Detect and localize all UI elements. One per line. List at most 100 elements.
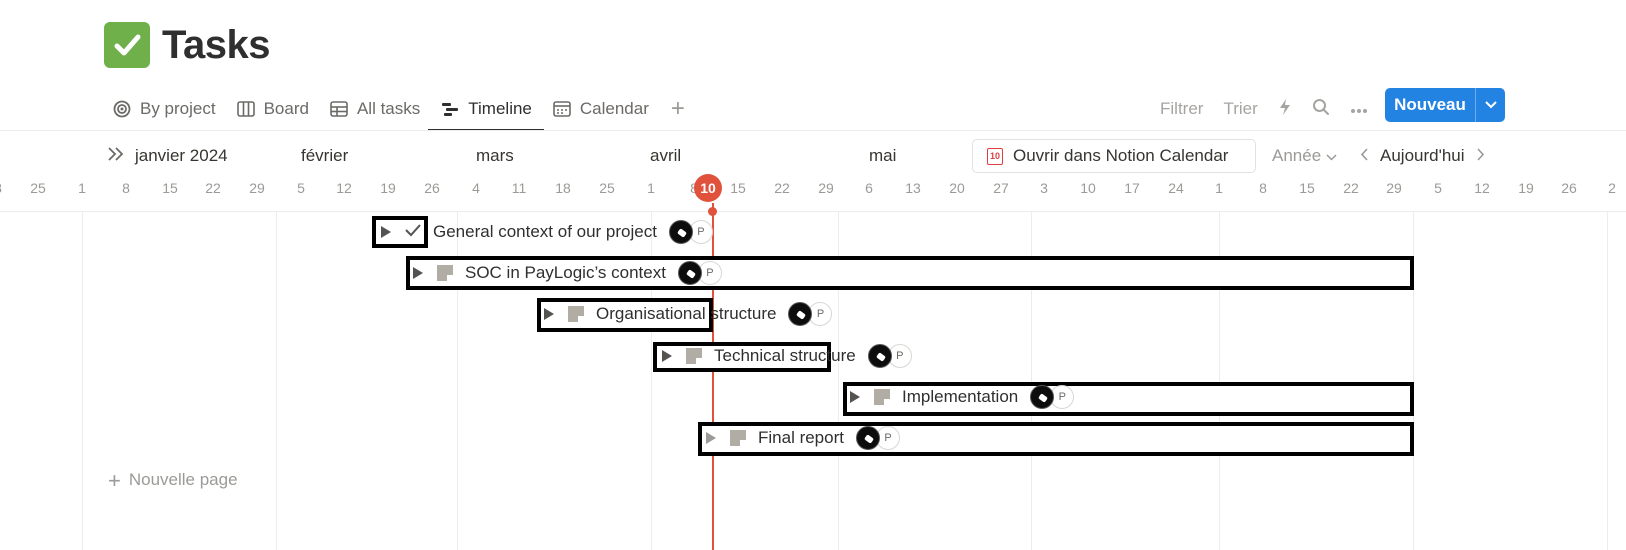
task-row-technical[interactable]: Technical structure P <box>662 342 912 370</box>
day-tick: 29 <box>249 180 265 196</box>
day-tick: 19 <box>1518 180 1534 196</box>
month-label: mars <box>476 146 514 165</box>
assignees[interactable]: P <box>668 220 713 244</box>
task-row-final-report[interactable]: Final report P <box>706 424 900 452</box>
tab-by-project[interactable]: By project <box>108 88 226 130</box>
day-tick: 8 <box>122 180 130 196</box>
day-tick: 19 <box>380 180 396 196</box>
tab-label: Calendar <box>579 99 649 118</box>
collapse-sidebar-icon[interactable] <box>107 146 125 167</box>
task-row-general-context[interactable]: General context of our project P <box>381 218 713 246</box>
day-tick: 1 <box>647 180 655 196</box>
timeline-icon <box>440 99 460 119</box>
calendar-app-icon: 10 <box>987 147 1003 165</box>
assignees[interactable]: P <box>677 261 722 285</box>
new-button[interactable]: Nouveau <box>1385 88 1505 122</box>
chevron-down-icon <box>1326 146 1337 165</box>
day-tick: 15 <box>1299 180 1315 196</box>
day-tick: 10 <box>1080 180 1096 196</box>
automation-lightning-icon[interactable] <box>1278 98 1292 121</box>
date-navigation: Aujourd'hui <box>1360 146 1485 166</box>
task-name: Organisational structure <box>596 304 777 323</box>
today-button[interactable]: Aujourd'hui <box>1380 146 1465 166</box>
month-gridline <box>82 212 83 550</box>
avatar <box>788 302 813 326</box>
today-dot <box>708 207 717 216</box>
page-title-row: Tasks <box>104 20 270 70</box>
day-tick: 1 <box>1215 180 1223 196</box>
task-name: SOC in PayLogic’s context <box>465 263 666 282</box>
page-icon <box>730 430 746 446</box>
avatar <box>867 344 892 368</box>
chevron-down-icon[interactable] <box>1476 101 1505 109</box>
plus-icon: + <box>108 467 121 493</box>
add-view-button[interactable]: + <box>665 88 691 130</box>
page-title[interactable]: Tasks <box>162 23 270 68</box>
today-marker: 10 <box>694 174 722 202</box>
day-tick: 22 <box>1343 180 1359 196</box>
day-tick: 26 <box>424 180 440 196</box>
day-tick: 20 <box>949 180 965 196</box>
filter-button[interactable]: Filtrer <box>1160 99 1203 119</box>
scale-selector[interactable]: Année <box>1272 146 1337 166</box>
check-box-emoji-icon[interactable] <box>104 22 150 68</box>
day-tick: 8 <box>0 180 2 196</box>
table-icon <box>329 99 349 119</box>
assignees[interactable]: P <box>855 426 900 450</box>
day-tick: 3 <box>1040 180 1048 196</box>
new-page-button[interactable]: + Nouvelle page <box>108 467 238 493</box>
day-tick: 25 <box>599 180 615 196</box>
chevron-right-icon[interactable] <box>1476 146 1485 166</box>
expand-toggle-icon[interactable] <box>381 226 391 238</box>
avatar <box>1030 385 1055 409</box>
day-tick: 1 <box>78 180 86 196</box>
day-tick: 5 <box>297 180 305 196</box>
open-notion-calendar-button[interactable]: 10 Ouvrir dans Notion Calendar <box>972 139 1256 173</box>
task-row-soc[interactable]: SOC in PayLogic’s context P <box>413 259 722 287</box>
day-tick: 22 <box>205 180 221 196</box>
page-icon <box>874 389 890 405</box>
month-gridline <box>276 212 277 550</box>
header-divider <box>0 211 1626 212</box>
month-label: avril <box>650 146 682 165</box>
avatar <box>677 261 702 285</box>
day-tick: 8 <box>1259 180 1267 196</box>
tab-board[interactable]: Board <box>232 88 319 130</box>
expand-toggle-icon[interactable] <box>413 267 423 279</box>
tab-all-tasks[interactable]: All tasks <box>325 88 430 130</box>
month-label: février <box>301 146 349 165</box>
assignees[interactable]: P <box>1030 385 1075 409</box>
toolbar-divider <box>0 130 1626 131</box>
expand-toggle-icon[interactable] <box>662 350 672 362</box>
day-tick: 12 <box>336 180 352 196</box>
view-toolbar: Filtrer Trier <box>1160 88 1388 130</box>
sort-button[interactable]: Trier <box>1223 99 1257 119</box>
avatar <box>855 426 880 450</box>
day-tick: 26 <box>1561 180 1577 196</box>
task-row-organisational[interactable]: Organisational structure P <box>544 300 833 328</box>
month-gridline <box>1607 212 1608 550</box>
new-page-label: Nouvelle page <box>128 470 238 489</box>
day-tick: 12 <box>1474 180 1490 196</box>
check-icon <box>405 222 421 242</box>
tab-calendar[interactable]: Calendar <box>548 88 659 130</box>
task-row-implementation[interactable]: Implementation P <box>850 383 1075 411</box>
chevron-left-icon[interactable] <box>1360 146 1368 166</box>
new-button-label: Nouveau <box>1394 95 1466 114</box>
open-calendar-label: Ouvrir dans Notion Calendar <box>1013 146 1229 165</box>
avatar: P <box>808 302 833 326</box>
assignees[interactable]: P <box>788 302 833 326</box>
expand-toggle-icon[interactable] <box>544 308 554 320</box>
search-icon[interactable] <box>1312 98 1330 121</box>
expand-toggle-icon[interactable] <box>706 432 716 444</box>
tab-label: By project <box>140 99 216 118</box>
more-options-icon[interactable] <box>1350 99 1368 119</box>
expand-toggle-icon[interactable] <box>850 391 860 403</box>
tab-timeline[interactable]: Timeline <box>428 88 544 131</box>
day-tick: 22 <box>774 180 790 196</box>
scale-label: Année <box>1272 146 1322 165</box>
board-icon <box>236 99 256 119</box>
month-label: janvier 2024 <box>135 146 228 165</box>
day-tick: 4 <box>472 180 480 196</box>
assignees[interactable]: P <box>867 344 912 368</box>
